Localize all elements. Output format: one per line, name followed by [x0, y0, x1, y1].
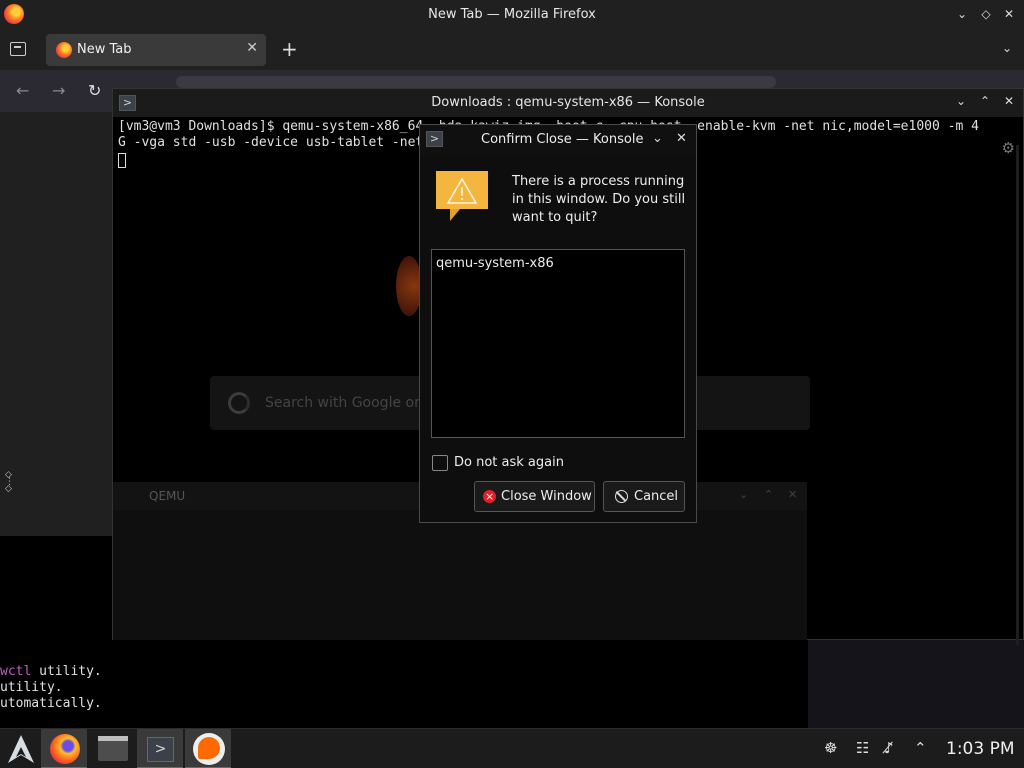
cancel-label: Cancel	[634, 489, 679, 504]
konsole-maximize-button[interactable]: ⌃	[980, 94, 990, 108]
confirm-close-dialog: > Confirm Close — Konsole ⌄ ✕ There is a…	[419, 124, 697, 523]
list-item[interactable]: qemu-system-x86	[436, 256, 554, 271]
taskbar-konsole[interactable]: >	[137, 729, 183, 768]
terminal-cursor	[118, 153, 126, 168]
konsole-icon: >	[147, 737, 174, 762]
firefox-window-title: New Tab — Mozilla Firefox	[428, 7, 596, 22]
warning-icon	[436, 171, 488, 221]
cancel-button[interactable]: Cancel	[603, 481, 685, 512]
tab-favicon-icon	[56, 42, 72, 58]
tab-label: New Tab	[77, 42, 132, 57]
new-tab-button[interactable]: +	[281, 38, 298, 60]
firefox-content-left	[0, 112, 112, 537]
konsole-minimize-button[interactable]: ⌄	[956, 94, 966, 108]
clock[interactable]: 1:03 PM	[946, 739, 1015, 759]
dialog-title: Confirm Close — Konsole	[481, 132, 644, 147]
settings-gear-icon[interactable]: ⚙	[1002, 139, 1015, 157]
background-terminal-line: utility.	[0, 680, 63, 695]
taskbar: > ☸ ☷ ♪̸ ⌃ 1:03 PM	[0, 728, 1024, 768]
background-terminal: wctl utility. utility. utomatically.	[0, 536, 112, 730]
dialog-titlebar[interactable]: > Confirm Close — Konsole ⌄ ✕	[420, 125, 696, 155]
network-icon[interactable]: ☸	[824, 739, 837, 757]
background-window-strip	[808, 640, 1024, 728]
konsole-close-button[interactable]: ✕	[1004, 94, 1014, 108]
firefox-icon	[50, 734, 80, 764]
resize-handle-icon[interactable]: ◇ ⋮ ◇	[5, 471, 14, 494]
qemu-icon	[193, 733, 225, 765]
taskbar-qemu[interactable]	[185, 729, 231, 768]
do-not-ask-checkbox[interactable]	[432, 455, 448, 471]
clipboard-icon[interactable]: ☷	[856, 739, 869, 757]
close-window-label: Close Window	[501, 489, 592, 504]
google-icon	[228, 392, 250, 414]
firefox-close-button[interactable]: ✕	[1001, 5, 1017, 23]
qemu-maximize-button[interactable]: ⌃	[764, 488, 773, 501]
cancel-icon	[615, 490, 628, 503]
firefox-maximize-button[interactable]: ◇	[978, 5, 994, 23]
background-terminal-line: wctl utility.	[0, 664, 102, 679]
forward-icon[interactable]: →	[52, 81, 65, 100]
terminal-line: G -vga std -usb -device usb-tablet -net	[118, 135, 424, 150]
volume-muted-icon[interactable]: ♪̸	[884, 739, 894, 757]
tab-new-tab[interactable]: New Tab ✕	[46, 34, 266, 66]
desktop: New Tab — Mozilla Firefox ⌄ ◇ ✕ New Tab …	[0, 0, 1024, 768]
terminal-scrollbar[interactable]	[1016, 145, 1019, 645]
firefox-minimize-button[interactable]: ⌄	[954, 5, 970, 23]
taskbar-firefox[interactable]	[41, 729, 87, 768]
background-terminal-line: utomatically.	[0, 696, 102, 711]
expand-tray-icon[interactable]: ⌃	[914, 739, 927, 757]
newtab-search-placeholder: Search with Google or	[265, 395, 420, 411]
dialog-minimize-button[interactable]: ⌄	[652, 131, 663, 146]
close-window-button[interactable]: Close Window	[474, 481, 595, 512]
konsole-titlebar[interactable]: > Downloads : qemu-system-x86 — Konsole …	[113, 89, 1023, 117]
list-all-tabs-button[interactable]: ⌄	[1002, 41, 1012, 55]
firefox-tabbar: New Tab ✕ + ⌄	[0, 30, 1024, 70]
close-window-icon	[483, 482, 496, 511]
konsole-window-title: Downloads : qemu-system-x86 — Konsole	[431, 95, 705, 110]
application-launcher-icon[interactable]	[6, 733, 36, 765]
do-not-ask-label[interactable]: Do not ask again	[454, 455, 564, 470]
konsole-app-icon: >	[426, 131, 443, 147]
url-bar[interactable]	[176, 76, 776, 88]
firefox-titlebar: New Tab — Mozilla Firefox ⌄ ◇ ✕	[0, 0, 1024, 30]
process-list[interactable]: qemu-system-x86	[431, 249, 685, 438]
folder-icon	[98, 736, 128, 761]
qemu-window-title: QEMU	[149, 489, 186, 503]
reload-icon[interactable]: ↻	[88, 81, 101, 100]
qemu-minimize-button[interactable]: ⌄	[739, 488, 748, 501]
qemu-close-button[interactable]: ✕	[788, 488, 797, 501]
dialog-close-button[interactable]: ✕	[676, 131, 687, 146]
taskbar-file-manager[interactable]	[89, 729, 135, 768]
back-icon[interactable]: ←	[16, 81, 29, 100]
firefox-view-icon[interactable]	[10, 42, 26, 56]
dialog-message: There is a process running in this windo…	[512, 174, 686, 225]
tab-close-icon[interactable]: ✕	[246, 40, 258, 56]
